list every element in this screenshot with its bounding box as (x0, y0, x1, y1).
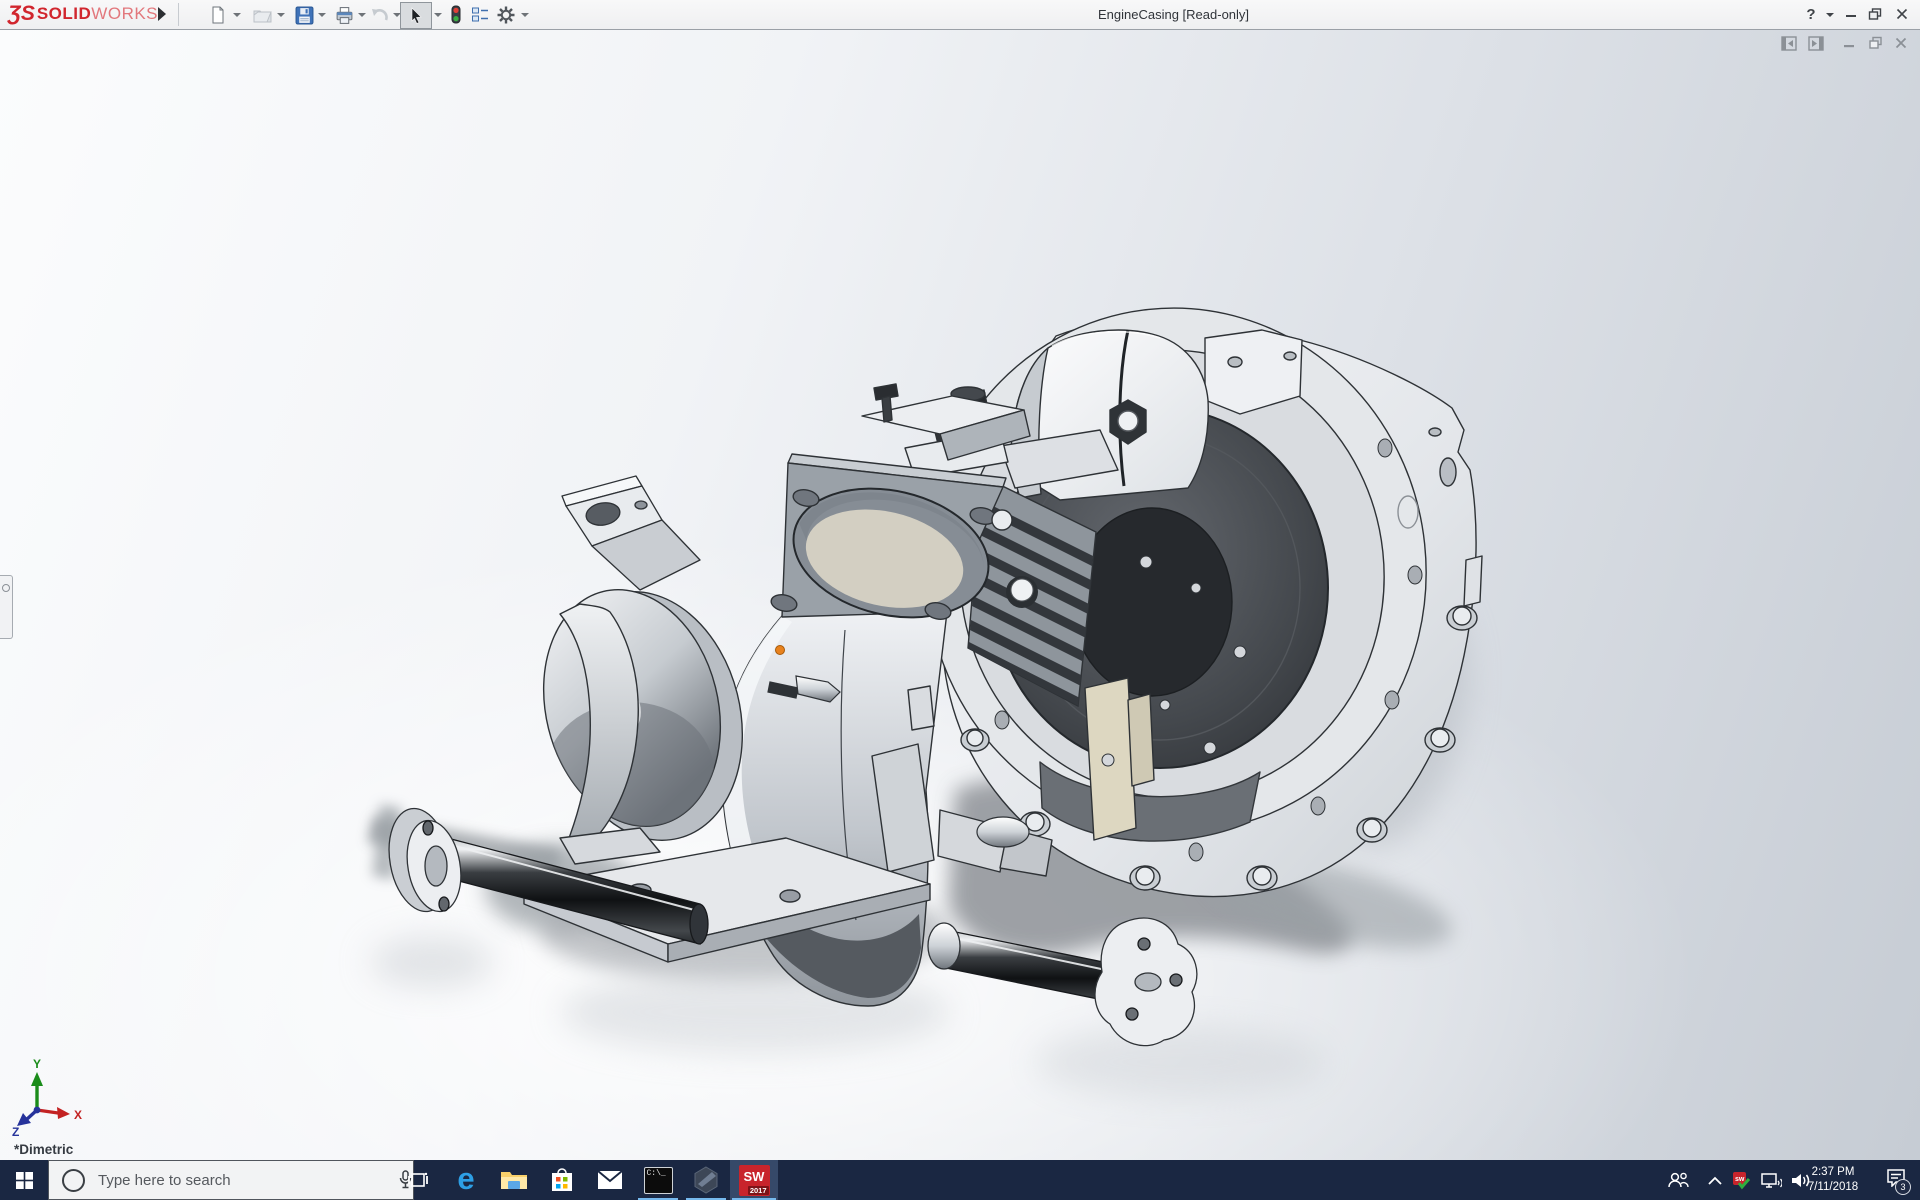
new-document-icon (212, 6, 224, 24)
save-floppy-icon (295, 6, 313, 24)
doc-close-button[interactable] (1892, 35, 1910, 51)
select-tool-button[interactable] (400, 2, 432, 29)
windows-taskbar: e C:\_ (0, 1160, 1920, 1200)
undo-arrow-icon (372, 9, 388, 21)
window-title: EngineCasing [Read-only] (1098, 7, 1250, 22)
taskbar-search-box[interactable] (48, 1160, 414, 1200)
new-document-dropdown[interactable] (233, 13, 241, 17)
open-dropdown[interactable] (277, 13, 285, 17)
solidworks-logo-glyph: ƷS (8, 2, 35, 25)
clock-date: 7/11/2018 (1807, 1181, 1859, 1193)
edge-icon: e (457, 1161, 475, 1196)
new-document-button[interactable] (206, 3, 230, 27)
gear-icon (497, 6, 515, 24)
toolbar-separator (178, 3, 179, 26)
taskbar-app-store[interactable] (538, 1160, 586, 1200)
options-button[interactable] (494, 3, 518, 27)
expand-pane-right-button[interactable] (1806, 35, 1824, 51)
select-cursor-icon (411, 6, 422, 24)
open-button[interactable] (250, 3, 274, 27)
clock-time: 2:37 PM (1811, 1166, 1855, 1179)
solidworks-2017-icon: SW 2017 (738, 1164, 770, 1196)
tray-solidworks-monitor[interactable]: sw (1728, 1160, 1754, 1200)
start-button[interactable] (0, 1160, 48, 1200)
display-pane-button[interactable] (468, 3, 492, 27)
taskbar-app-edrawings[interactable] (682, 1160, 730, 1200)
select-tool-dropdown[interactable] (434, 13, 442, 17)
triad-x-label: X (74, 1108, 82, 1122)
store-icon (552, 1168, 572, 1191)
minimize-icon (1846, 15, 1856, 17)
action-center-button[interactable]: 3 (1878, 1160, 1914, 1200)
solidworks-logo: ƷS SOLID WORKS (8, 2, 159, 25)
help-button[interactable]: ? (1800, 3, 1822, 25)
network-icon (1760, 1172, 1782, 1188)
help-dropdown[interactable] (1826, 13, 1834, 17)
engine-casing-model[interactable]: Y X Z (0, 30, 1920, 1160)
view-orientation-label: *Dimetric (14, 1142, 74, 1157)
open-folder-icon (253, 10, 272, 23)
feature-tree-flyout-tab[interactable] (0, 575, 13, 639)
people-icon (1668, 1172, 1689, 1188)
file-explorer-icon (501, 1172, 527, 1189)
svg-text:sw: sw (1735, 1176, 1745, 1183)
close-button[interactable] (1891, 3, 1913, 25)
restore-button[interactable] (1864, 3, 1886, 25)
doc-close-icon (1895, 37, 1907, 49)
command-prompt-icon: C:\_ (643, 1166, 673, 1194)
doc-minimize-icon (1844, 45, 1854, 48)
task-view-button[interactable] (394, 1160, 442, 1200)
print-dropdown[interactable] (358, 13, 366, 17)
options-dropdown[interactable] (521, 13, 529, 17)
close-icon (1896, 8, 1908, 20)
graphics-viewport[interactable]: Y X Z *Dimetric (0, 30, 1920, 1160)
taskbar-app-edge[interactable]: e (442, 1160, 490, 1200)
tray-people-button[interactable] (1660, 1160, 1696, 1200)
save-dropdown[interactable] (318, 13, 326, 17)
mail-icon (597, 1170, 623, 1189)
tray-clock[interactable]: 2:37 PM 7/11/2018 (1800, 1160, 1866, 1200)
doc-minimize-button[interactable] (1840, 35, 1858, 51)
taskbar-app-solidworks[interactable]: SW 2017 (730, 1160, 778, 1200)
title-bar: ƷS SOLID WORKS EngineCasing [Read-only] … (0, 0, 1920, 30)
print-button[interactable] (332, 3, 356, 27)
task-view-icon (408, 1172, 428, 1187)
document-window-controls (1780, 35, 1910, 51)
chevron-up-icon (1708, 1176, 1722, 1185)
undo-button[interactable] (368, 3, 392, 27)
solidworks-check-icon: sw (1732, 1171, 1750, 1189)
menu-flyout-arrow-icon[interactable] (158, 7, 166, 21)
display-pane-icon (471, 7, 488, 22)
traffic-light-icon (451, 5, 461, 24)
cortana-icon (62, 1168, 85, 1192)
taskbar-app-mail[interactable] (586, 1160, 634, 1200)
collapse-pane-left-button[interactable] (1780, 35, 1798, 51)
restore-icon (1868, 8, 1882, 20)
triad-y-label: Y (33, 1057, 41, 1071)
search-input[interactable] (96, 1170, 370, 1190)
selection-point-marker (775, 645, 785, 655)
taskbar-app-file-explorer[interactable] (490, 1160, 538, 1200)
pane-left-icon (1780, 35, 1797, 51)
pane-right-icon (1807, 35, 1824, 51)
print-icon (336, 6, 352, 24)
minimize-button[interactable] (1840, 3, 1862, 25)
rebuild-button[interactable] (444, 3, 468, 27)
save-button[interactable] (292, 3, 316, 27)
windows-logo-icon (15, 1171, 33, 1189)
triad-z-label: Z (12, 1125, 19, 1139)
notification-badge: 3 (1895, 1179, 1911, 1195)
flyout-pin-icon (2, 584, 10, 592)
tray-network-button[interactable] (1756, 1160, 1786, 1200)
doc-restore-icon (1868, 36, 1882, 49)
doc-restore-button[interactable] (1866, 35, 1884, 51)
taskbar-app-command-prompt[interactable]: C:\_ (634, 1160, 682, 1200)
orientation-triad: Y X Z (12, 1057, 82, 1139)
tray-hidden-icons-button[interactable] (1702, 1160, 1728, 1200)
edrawings-hexagon-icon (694, 1166, 718, 1194)
